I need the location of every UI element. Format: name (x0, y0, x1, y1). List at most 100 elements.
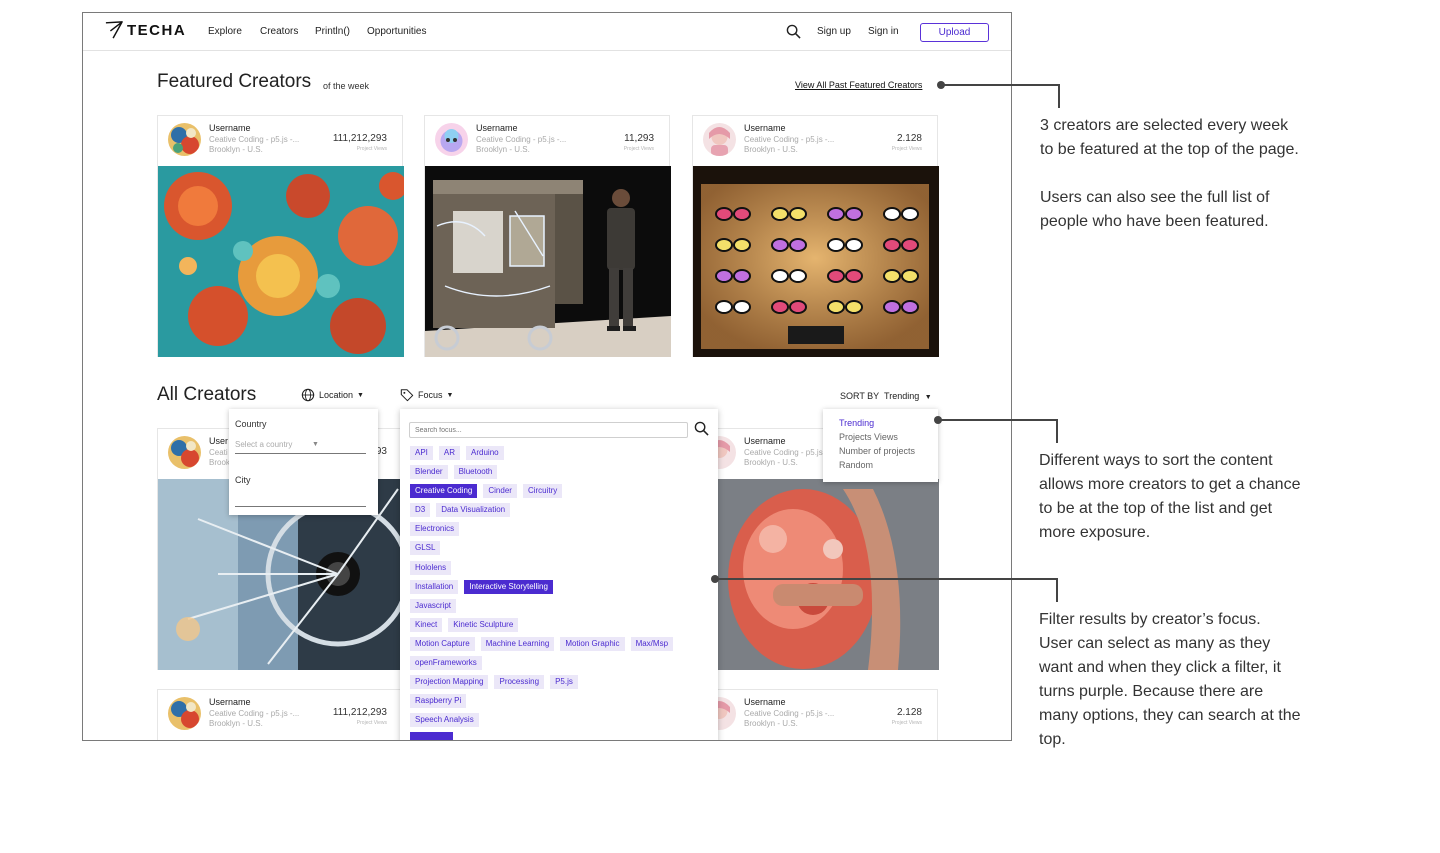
focus-tag[interactable]: Electronics (410, 522, 460, 537)
glasses-lens (771, 207, 789, 221)
avatar (168, 436, 201, 469)
project-views-label: Project Views (356, 720, 387, 726)
location-dropdown: Country Select a country ▼ City (229, 409, 378, 515)
focus-tag[interactable]: Processing (494, 675, 545, 690)
view-all-featured-link[interactable]: View All Past Featured Creators (795, 80, 922, 90)
sort-option[interactable]: Trending (839, 418, 874, 428)
focus-tag-row: Electronics (410, 522, 710, 541)
focus-tag[interactable]: openFrameworks (410, 656, 482, 671)
focus-tag[interactable]: Hololens (410, 560, 452, 575)
glasses-wall-image[interactable] (693, 166, 939, 357)
focus-tag[interactable]: Machine Learning (480, 636, 555, 651)
nav-explore[interactable]: Explore (208, 26, 242, 37)
username[interactable]: Username (209, 697, 251, 707)
annotation-connector (715, 578, 1058, 580)
upload-button[interactable]: Upload (920, 23, 989, 42)
featured-card[interactable]: Username Ceative Coding - p5.js -... Bro… (692, 115, 939, 357)
creator-card[interactable]: Username Ceative Coding - p5.js -... Bro… (692, 689, 938, 740)
username[interactable]: Username (744, 436, 786, 446)
username[interactable]: Username (744, 697, 786, 707)
creator-location: Brooklyn - U.S. (744, 719, 798, 728)
location-filter[interactable]: Location ▼ (301, 388, 364, 402)
focus-tag[interactable]: API (410, 446, 433, 460)
logo-text: TECHA (127, 21, 187, 39)
annotation-line (1040, 162, 1299, 186)
focus-tag[interactable]: Max/Msp (630, 636, 674, 651)
glasses-lens (715, 269, 733, 283)
glasses-lens (715, 300, 733, 314)
card-header: Username Ceative Coding - p5.js -... Bro… (158, 690, 402, 740)
focus-tag-row: Kinect Kinetic Sculpture (410, 617, 710, 637)
username[interactable]: Username (744, 123, 786, 133)
coral-dress-image[interactable] (693, 479, 939, 670)
sign-in-link[interactable]: Sign in (868, 26, 899, 37)
nav-println[interactable]: Println() (315, 26, 350, 37)
focus-tag[interactable]: Motion Capture (410, 636, 475, 651)
creator-focus: Ceative Coding - p5.js -... (476, 135, 567, 144)
creator-location: Brooklyn - U.S. (209, 145, 263, 154)
focus-tag[interactable]: Kinetic Sculpture (448, 617, 519, 632)
focus-tag[interactable]: Speech Analysis (410, 713, 479, 728)
globe-icon (301, 388, 315, 402)
focus-tag[interactable]: Motion Graphic (560, 636, 625, 651)
city-input[interactable] (235, 506, 366, 507)
focus-tag[interactable] (410, 732, 453, 740)
focus-tag[interactable]: GLSL (410, 541, 441, 556)
featured-subtitle: of the week (323, 81, 370, 91)
focus-tag[interactable]: Interactive Storytelling (464, 579, 553, 594)
fractal-artwork-image[interactable] (158, 166, 404, 357)
glasses-lens (789, 300, 807, 314)
search-icon[interactable] (694, 421, 709, 436)
nav-creators[interactable]: Creators (260, 26, 298, 37)
focus-tag[interactable]: Bluetooth (453, 465, 498, 480)
logo[interactable]: TECHA (105, 21, 186, 39)
annotation-connector (938, 419, 1058, 421)
focus-tag[interactable]: Cinder (483, 484, 517, 499)
focus-tag[interactable]: Creative Coding (410, 484, 478, 499)
username[interactable]: Username (209, 123, 251, 133)
avatar (435, 123, 468, 156)
sort-option[interactable]: Projects Views (839, 432, 898, 442)
focus-tag[interactable]: D3 (410, 503, 431, 518)
sort-annotation: Different ways to sort the content allows… (1039, 449, 1300, 545)
featured-card[interactable]: Username Ceative Coding - p5.js -... Bro… (424, 115, 671, 357)
sort-by-control[interactable]: SORT BY Trending ▼ (840, 391, 932, 401)
glasses-lens (883, 238, 901, 252)
avatar (168, 123, 201, 156)
focus-tag-row: Javascript (410, 598, 710, 618)
featured-title: Featured Creators (157, 71, 312, 92)
filter-annotation: Filter results by creator’s focus. User c… (1039, 608, 1300, 752)
focus-tag-row: Speech Analysis (410, 713, 710, 732)
focus-tag[interactable]: Installation (410, 579, 459, 594)
creator-card[interactable]: Username Ceative Coding - p5.js -... Bro… (157, 689, 403, 740)
focus-tag[interactable]: AR (438, 446, 461, 460)
focus-filter[interactable]: Focus ▼ (400, 388, 453, 402)
focus-tag[interactable]: Circuitry (522, 484, 563, 499)
focus-tag[interactable]: Projection Mapping (410, 675, 489, 690)
glasses-lens (845, 238, 863, 252)
cart-sculpture-image[interactable] (425, 166, 671, 357)
sort-option[interactable]: Random (839, 460, 873, 470)
username[interactable]: Username (476, 123, 518, 133)
creator-focus: Ceative Coding - p5.js -... (209, 709, 300, 718)
sort-option[interactable]: Number of projects (839, 446, 915, 456)
glasses-lens (827, 269, 845, 283)
glasses-lens (771, 238, 789, 252)
nav-opportunities[interactable]: Opportunities (367, 26, 426, 37)
focus-tag-list: API AR Arduino Blender Bluetooth Creative Cod… (410, 446, 710, 740)
focus-tag[interactable]: P5.js (550, 675, 578, 690)
focus-tag[interactable]: Raspberry Pi (410, 694, 467, 709)
focus-tag[interactable]: Data Visualization (436, 503, 511, 518)
focus-tag[interactable]: Javascript (410, 598, 457, 613)
search-icon[interactable] (786, 24, 801, 39)
featured-card[interactable]: Username Ceative Coding - p5.js -... Bro… (157, 115, 404, 357)
sign-up-link[interactable]: Sign up (817, 26, 851, 37)
country-select[interactable]: Select a country ▼ (235, 440, 366, 454)
username[interactable]: User (209, 436, 228, 446)
focus-tag[interactable]: Arduino (466, 446, 504, 460)
creator-location: Brook (209, 458, 230, 467)
focus-search-input[interactable] (409, 422, 688, 438)
focus-tag-row: API AR Arduino (410, 446, 710, 465)
focus-tag[interactable]: Kinect (410, 617, 443, 632)
focus-tag[interactable]: Blender (410, 465, 448, 480)
